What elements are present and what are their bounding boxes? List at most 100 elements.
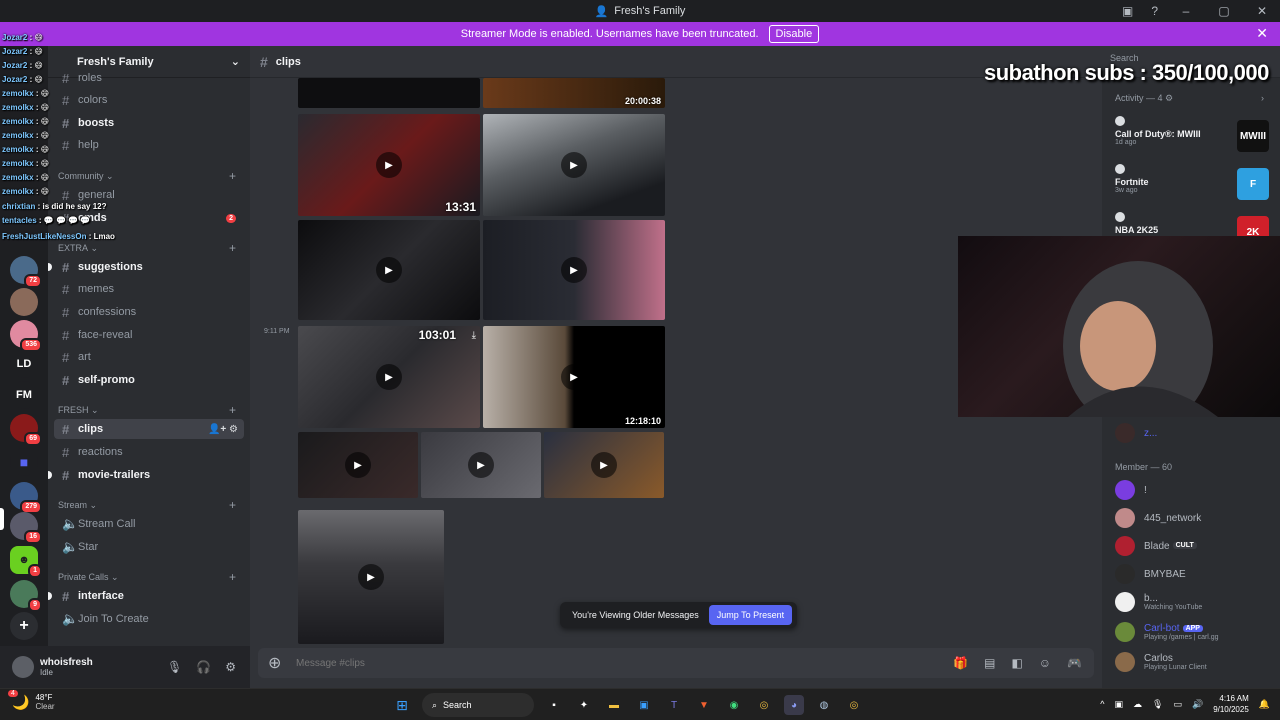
channel-confessions[interactable]: # confessions — [54, 302, 244, 322]
channel-interface[interactable]: # interface — [54, 586, 244, 606]
channel-face-reveal[interactable]: # face-reveal — [54, 325, 244, 345]
minimize-button[interactable]: – — [1176, 4, 1196, 18]
chevron-up-icon[interactable]: ^ — [1100, 699, 1104, 709]
help-icon[interactable]: ? — [1151, 4, 1158, 18]
task-view-icon[interactable]: ▪ — [544, 695, 564, 715]
close-window-button[interactable]: ✕ — [1252, 4, 1272, 18]
clip-thumbnail[interactable]: ▶ 13:31 — [298, 114, 480, 216]
chrome-icon[interactable]: ◎ — [754, 695, 774, 715]
channel-clips[interactable]: # clips 👤+ ⚙ — [54, 419, 244, 439]
chevron-right-icon[interactable]: › — [1261, 93, 1264, 103]
play-icon[interactable]: ▶ — [591, 452, 617, 478]
clip-thumbnail[interactable]: ▶ — [483, 220, 665, 320]
apps-icon[interactable]: 🎮 — [1067, 656, 1082, 670]
category-fresh[interactable]: FRESH ⌄ + — [58, 402, 244, 418]
play-icon[interactable]: ▶ — [561, 257, 587, 283]
clip-thumbnail[interactable]: ▶ — [483, 114, 665, 216]
steam-icon[interactable]: ◍ — [814, 695, 834, 715]
channel-reactions[interactable]: # reactions — [54, 442, 244, 462]
chrome-icon-2[interactable]: ◎ — [844, 695, 864, 715]
tray-app-icon[interactable]: ▣ — [1115, 699, 1124, 710]
store-icon[interactable]: ▣ — [634, 695, 654, 715]
taskbar-search[interactable]: ⌕ Search — [422, 693, 534, 717]
add-channel-icon[interactable]: + — [229, 570, 236, 584]
member-item[interactable]: z... — [1115, 422, 1275, 444]
mic-icon[interactable]: 🎙 — [1152, 699, 1163, 710]
sticker-icon[interactable]: ◧ — [1011, 656, 1022, 670]
add-channel-icon[interactable]: + — [229, 403, 236, 417]
download-icon[interactable]: ⤓ — [472, 330, 476, 341]
start-icon[interactable]: ⊞ — [392, 695, 412, 715]
app-icon[interactable]: ◉ — [724, 695, 744, 715]
add-channel-icon[interactable]: + — [229, 241, 236, 255]
folder-icon[interactable]: ■ — [10, 448, 38, 476]
gift-icon[interactable]: 🎁 — [953, 656, 968, 670]
attach-icon[interactable]: ⊕ — [268, 653, 296, 673]
message-input[interactable] — [296, 657, 896, 669]
clip-thumbnail[interactable]: 20:00:38 — [483, 78, 665, 108]
channel-cmds[interactable]: # cmds 2 — [54, 208, 244, 228]
maximize-button[interactable]: ▢ — [1214, 4, 1234, 18]
headphones-icon[interactable]: 🎧 — [196, 660, 211, 674]
add-server-icon[interactable]: + — [10, 612, 38, 640]
clip-thumbnail[interactable]: ▶ — [298, 220, 480, 320]
play-icon[interactable]: ▶ — [376, 364, 402, 390]
network-icon[interactable]: ▭ — [1173, 699, 1182, 710]
gif-icon[interactable]: ▤ — [984, 656, 995, 670]
member-item[interactable]: Blade CULT — [1115, 535, 1275, 557]
play-icon[interactable]: ▶ — [358, 564, 384, 590]
member-item[interactable]: Carl-bot APP Playing /games | carl.gg — [1115, 621, 1275, 643]
channel-movie-trailers[interactable]: # movie-trailers — [54, 465, 244, 485]
member-item[interactable]: BMYBAE — [1115, 563, 1275, 585]
server-icon-3[interactable]: 536 — [10, 320, 42, 352]
voice-channel-join-to-create[interactable]: 🔈 Join To Create — [54, 609, 244, 629]
inbox-icon[interactable]: ▣ — [1122, 4, 1133, 18]
channel-colors[interactable]: # colors — [54, 90, 244, 110]
channel-memes[interactable]: # memes — [54, 279, 244, 299]
clip-thumbnail[interactable]: ▶ — [544, 432, 664, 498]
play-icon[interactable]: ▶ — [561, 152, 587, 178]
server-icon-7[interactable]: ☻ 1 — [10, 546, 42, 578]
add-channel-icon[interactable]: + — [229, 498, 236, 512]
category-private-calls[interactable]: Private Calls ⌄ + — [58, 569, 244, 585]
weather-widget[interactable]: 🌙 4 48°F Clear — [8, 689, 55, 711]
brave-icon[interactable]: ▼ — [694, 695, 714, 715]
emoji-icon[interactable]: ☺ — [1039, 656, 1051, 670]
clip-thumbnail[interactable]: ▶ — [421, 432, 541, 498]
voice-channel-stream-call[interactable]: 🔈 Stream Call — [54, 514, 244, 534]
avatar[interactable] — [12, 656, 34, 678]
teams-icon[interactable]: T — [664, 695, 684, 715]
voice-channel-star[interactable]: 🔈 Star — [54, 537, 244, 557]
channel-suggestions[interactable]: # suggestions — [54, 257, 244, 277]
channel-roles[interactable]: # roles — [54, 68, 244, 88]
cloud-icon[interactable]: ☁ — [1133, 699, 1142, 710]
activity-card[interactable]: Call of Duty®: MWIII 1d ago MWIII — [1115, 116, 1271, 160]
category-stream[interactable]: Stream ⌄ + — [58, 497, 244, 513]
clock[interactable]: 4:16 AM 9/10/2025 — [1213, 693, 1249, 715]
microphone-icon[interactable]: 🎙 — [167, 660, 182, 674]
file-explorer-icon[interactable]: ▬ — [604, 695, 624, 715]
close-icon[interactable]: ✕ — [1256, 25, 1268, 42]
notification-icon[interactable]: 🔔 — [1259, 699, 1270, 710]
category-extra[interactable]: EXTRA ⌄ + — [58, 240, 244, 256]
play-icon[interactable]: ▶ — [468, 452, 494, 478]
gear-icon[interactable]: ⚙ — [225, 660, 236, 674]
member-item[interactable]: Carlos Playing Lunar Client — [1115, 651, 1275, 673]
clip-thumbnail[interactable]: 103:01 ⤓ ▶ — [298, 326, 480, 428]
member-item[interactable]: ! — [1115, 479, 1275, 501]
disable-streamer-mode-button[interactable]: Disable — [768, 25, 820, 43]
member-item[interactable]: b... Watching YouTube — [1115, 591, 1275, 613]
channel-general[interactable]: # general — [54, 185, 244, 205]
member-item[interactable]: 445_network — [1115, 507, 1275, 529]
server-icon-fm[interactable]: FM — [10, 381, 38, 409]
activity-header[interactable]: Activity — 4 ⚙ › — [1115, 93, 1264, 104]
jump-to-present-button[interactable]: Jump To Present — [708, 605, 793, 625]
server-icon-5[interactable]: 279 — [10, 482, 42, 514]
channel-help[interactable]: # help — [54, 135, 244, 155]
discord-icon[interactable]: ◕ — [784, 695, 804, 715]
play-icon[interactable]: ▶ — [561, 364, 587, 390]
activity-card[interactable]: Fortnite 3w ago F — [1115, 164, 1271, 208]
clip-thumbnail[interactable] — [298, 78, 480, 108]
copilot-icon[interactable]: ✦ — [574, 695, 594, 715]
category-community[interactable]: Community ⌄ + — [58, 168, 244, 184]
